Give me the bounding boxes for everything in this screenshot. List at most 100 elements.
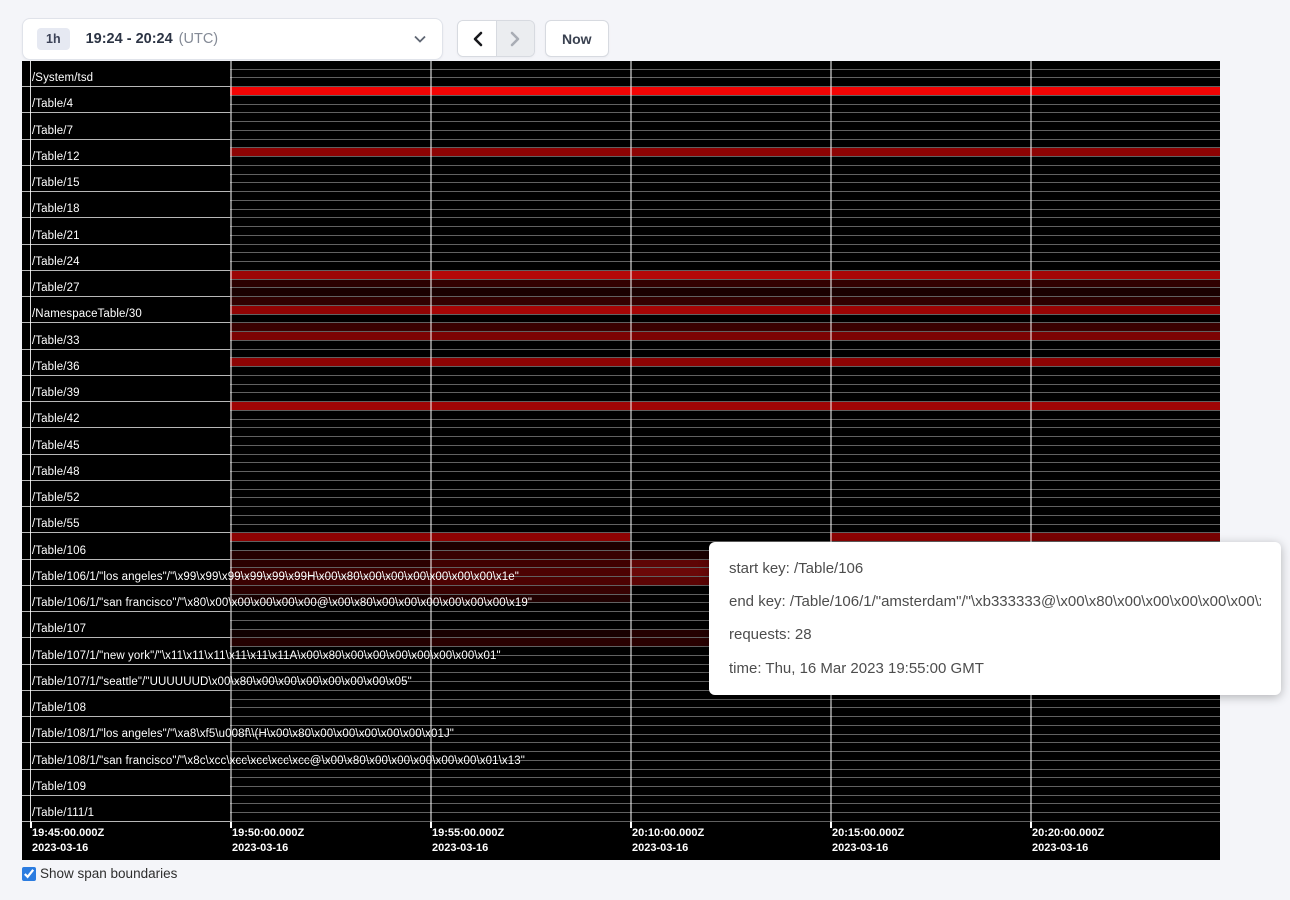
- heatmap-row[interactable]: [230, 70, 1220, 79]
- heatmap-cell[interactable]: [830, 183, 1030, 191]
- heatmap-cell[interactable]: [430, 105, 630, 113]
- heatmap-cell[interactable]: [430, 402, 630, 410]
- heatmap-cell[interactable]: [430, 726, 630, 734]
- heatmap-cell[interactable]: [230, 350, 430, 358]
- heatmap-cell[interactable]: [230, 323, 430, 331]
- heatmap-cell[interactable]: [430, 332, 630, 340]
- heatmap-cell[interactable]: [230, 253, 430, 261]
- heatmap-cell[interactable]: [430, 140, 630, 148]
- heatmap-cell[interactable]: [430, 463, 630, 471]
- heatmap-cell[interactable]: [630, 726, 830, 734]
- show-span-boundaries-label[interactable]: Show span boundaries: [40, 866, 177, 881]
- heatmap-cell[interactable]: [230, 402, 430, 410]
- heatmap-cell[interactable]: [230, 306, 430, 314]
- heatmap-cell[interactable]: [230, 315, 430, 323]
- heatmap-cell[interactable]: [630, 192, 830, 200]
- heatmap-cell[interactable]: [230, 201, 430, 209]
- heatmap-cell[interactable]: [230, 411, 430, 419]
- heatmap-cell[interactable]: [830, 472, 1030, 480]
- heatmap-cell[interactable]: [230, 157, 430, 165]
- heatmap-cell[interactable]: [430, 446, 630, 454]
- heatmap-cell[interactable]: [830, 218, 1030, 226]
- heatmap-cell[interactable]: [230, 708, 430, 716]
- heatmap-cell[interactable]: [830, 770, 1030, 778]
- heatmap-cell[interactable]: [1030, 358, 1220, 366]
- heatmap-row[interactable]: [230, 743, 1220, 752]
- heatmap-cell[interactable]: [830, 70, 1030, 78]
- heatmap-cell[interactable]: [830, 805, 1030, 813]
- heatmap-cell[interactable]: [430, 376, 630, 384]
- heatmap-cell[interactable]: [630, 113, 830, 121]
- heatmap-cell[interactable]: [630, 227, 830, 235]
- heatmap-cell[interactable]: [230, 122, 430, 130]
- heatmap-cell[interactable]: [630, 533, 830, 541]
- heatmap-cell[interactable]: [230, 175, 430, 183]
- heatmap-cell[interactable]: [430, 183, 630, 191]
- heatmap-cell[interactable]: [230, 700, 430, 708]
- heatmap-cell[interactable]: [630, 166, 830, 174]
- heatmap-cell[interactable]: [230, 586, 430, 594]
- heatmap-cell[interactable]: [630, 140, 830, 148]
- heatmap-cell[interactable]: [430, 236, 630, 244]
- heatmap-row[interactable]: [230, 411, 1220, 420]
- heatmap-row[interactable]: [230, 315, 1220, 324]
- heatmap-cell[interactable]: [830, 323, 1030, 331]
- heatmap-cell[interactable]: [230, 463, 430, 471]
- heatmap-cell[interactable]: [230, 271, 430, 279]
- heatmap-cell[interactable]: [630, 297, 830, 305]
- heatmap-cell[interactable]: [630, 700, 830, 708]
- heatmap-cell[interactable]: [630, 210, 830, 218]
- heatmap-cell[interactable]: [630, 481, 830, 489]
- heatmap-cell[interactable]: [230, 612, 430, 620]
- heatmap-cell[interactable]: [1030, 323, 1220, 331]
- heatmap-cell[interactable]: [430, 175, 630, 183]
- heatmap-cell[interactable]: [430, 358, 630, 366]
- heatmap-cell[interactable]: [830, 796, 1030, 804]
- heatmap-row[interactable]: [230, 157, 1220, 166]
- heatmap-cell[interactable]: [430, 323, 630, 331]
- heatmap-row[interactable]: [230, 140, 1220, 149]
- heatmap-cell[interactable]: [230, 140, 430, 148]
- heatmap-cell[interactable]: [630, 735, 830, 743]
- heatmap-cell[interactable]: [1030, 288, 1220, 296]
- heatmap-cell[interactable]: [630, 428, 830, 436]
- heatmap-row[interactable]: [230, 323, 1220, 332]
- heatmap-cell[interactable]: [630, 315, 830, 323]
- key-visualizer-canvas[interactable]: /System/tsd/Table/4/Table/7/Table/12/Tab…: [22, 61, 1220, 860]
- heatmap-cell[interactable]: [1030, 227, 1220, 235]
- heatmap-row[interactable]: [230, 236, 1220, 245]
- heatmap-cell[interactable]: [830, 752, 1030, 760]
- heatmap-cell[interactable]: [1030, 78, 1220, 86]
- heatmap-cell[interactable]: [630, 253, 830, 261]
- heatmap-cell[interactable]: [630, 70, 830, 78]
- heatmap-cell[interactable]: [1030, 411, 1220, 419]
- heatmap-cell[interactable]: [1030, 166, 1220, 174]
- heatmap-cell[interactable]: [830, 192, 1030, 200]
- heatmap-row[interactable]: [230, 700, 1220, 709]
- heatmap-cell[interactable]: [630, 157, 830, 165]
- heatmap-cell[interactable]: [430, 770, 630, 778]
- heatmap-cell[interactable]: [230, 385, 430, 393]
- heatmap-cell[interactable]: [830, 315, 1030, 323]
- heatmap-cell[interactable]: [230, 796, 430, 804]
- heatmap-row[interactable]: [230, 175, 1220, 184]
- heatmap-cell[interactable]: [830, 113, 1030, 121]
- heatmap-cell[interactable]: [1030, 297, 1220, 305]
- heatmap-row[interactable]: [230, 358, 1220, 367]
- heatmap-cell[interactable]: [830, 157, 1030, 165]
- heatmap-cell[interactable]: [630, 437, 830, 445]
- heatmap-cell[interactable]: [230, 455, 430, 463]
- heatmap-cell[interactable]: [430, 245, 630, 253]
- heatmap-cell[interactable]: [1030, 428, 1220, 436]
- heatmap-cell[interactable]: [1030, 315, 1220, 323]
- heatmap-row[interactable]: [230, 306, 1220, 315]
- heatmap-row[interactable]: [230, 770, 1220, 779]
- heatmap-cell[interactable]: [830, 262, 1030, 270]
- heatmap-cell[interactable]: [430, 271, 630, 279]
- heatmap-cell[interactable]: [430, 157, 630, 165]
- heatmap-cell[interactable]: [630, 61, 830, 69]
- heatmap-cell[interactable]: [630, 717, 830, 725]
- heatmap-row[interactable]: [230, 201, 1220, 210]
- heatmap-row[interactable]: [230, 105, 1220, 114]
- heatmap-cell[interactable]: [830, 297, 1030, 305]
